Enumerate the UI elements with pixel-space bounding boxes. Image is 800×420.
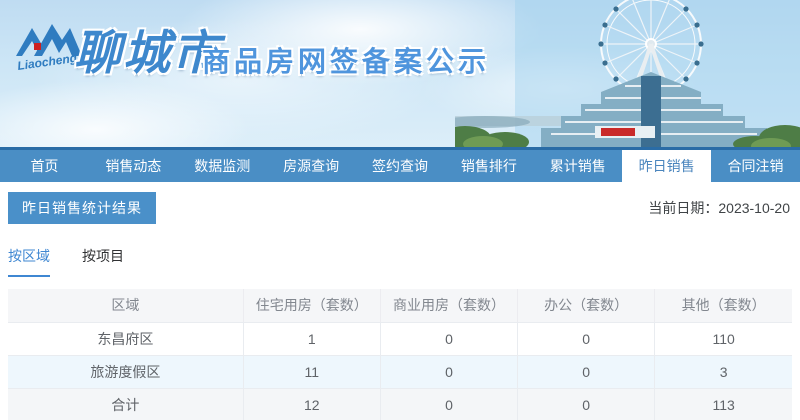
value-cell: 110: [654, 322, 792, 356]
current-date: 当前日期：2023-10-20: [648, 198, 792, 218]
nav-item-销售排行[interactable]: 销售排行: [444, 150, 533, 182]
city-name: 聊城市: [74, 26, 221, 79]
nav-item-首页[interactable]: 首页: [0, 150, 89, 182]
value-cell: 0: [380, 355, 519, 389]
nav-item-数据监测[interactable]: 数据监测: [178, 150, 267, 182]
value-cell: 0: [380, 388, 519, 420]
region-cell: 合计: [8, 388, 244, 420]
value-cell: 0: [517, 355, 656, 389]
content-area: 昨日销售统计结果 当前日期：2023-10-20 按区域 按项目 区域 住宅用房（套…: [0, 182, 800, 420]
value-cell: 0: [380, 322, 519, 356]
title-row: 昨日销售统计结果 当前日期：2023-10-20: [8, 192, 792, 224]
tab-按项目[interactable]: 按项目: [82, 246, 124, 277]
nav-item-累计销售[interactable]: 累计销售: [533, 150, 622, 182]
date-value: 2023-10-20: [718, 200, 790, 216]
table-row: 旅游度假区 11 0 0 3: [8, 355, 792, 389]
value-cell: 1: [243, 322, 381, 356]
tab-按区域[interactable]: 按区域: [8, 246, 50, 277]
main-nav: 首页 销售动态 数据监测 房源查询 签约查询 销售排行 累计销售 昨日销售 合同注销: [0, 147, 800, 182]
value-cell: 12: [243, 388, 381, 420]
column-header: 办公（套数）: [517, 289, 656, 323]
value-cell: 0: [517, 388, 656, 420]
sales-table: 区域 住宅用房（套数） 商业用房（套数） 办公（套数） 其他（套数） 东昌府区 1 0 0 11…: [8, 289, 792, 420]
nav-item-合同注销[interactable]: 合同注销: [711, 150, 800, 182]
value-cell: 113: [654, 388, 792, 420]
table-row: 东昌府区 1 0 0 110: [8, 322, 792, 356]
region-cell: 旅游度假区: [8, 355, 244, 389]
svg-text:Liaocheng: Liaocheng: [16, 51, 78, 73]
column-header: 其他（套数）: [654, 289, 792, 323]
nav-item-销售动态[interactable]: 销售动态: [89, 150, 178, 182]
region-cell: 东昌府区: [8, 322, 244, 356]
column-header: 商业用房（套数）: [380, 289, 519, 323]
site-title: 商品房网签备案公示: [202, 46, 491, 77]
table-header-row: 区域 住宅用房（套数） 商业用房（套数） 办公（套数） 其他（套数）: [8, 289, 792, 323]
column-header: 区域: [8, 289, 244, 323]
section-title-badge: 昨日销售统计结果: [8, 192, 156, 224]
value-cell: 11: [243, 355, 381, 389]
nav-item-房源查询[interactable]: 房源查询: [267, 150, 356, 182]
nav-item-昨日销售[interactable]: 昨日销售: [622, 150, 712, 182]
date-label: 当前日期：: [648, 200, 719, 216]
site-banner: Liaocheng 聊城市 商品房网签备案公示: [0, 0, 800, 147]
table-row: 合计 12 0 0 113: [8, 388, 792, 420]
view-tabs: 按区域 按项目: [8, 246, 792, 277]
nav-item-签约查询[interactable]: 签约查询: [356, 150, 445, 182]
value-cell: 0: [517, 322, 656, 356]
value-cell: 3: [654, 355, 792, 389]
ferris-wheel-image: [455, 0, 800, 147]
column-header: 住宅用房（套数）: [243, 289, 381, 323]
